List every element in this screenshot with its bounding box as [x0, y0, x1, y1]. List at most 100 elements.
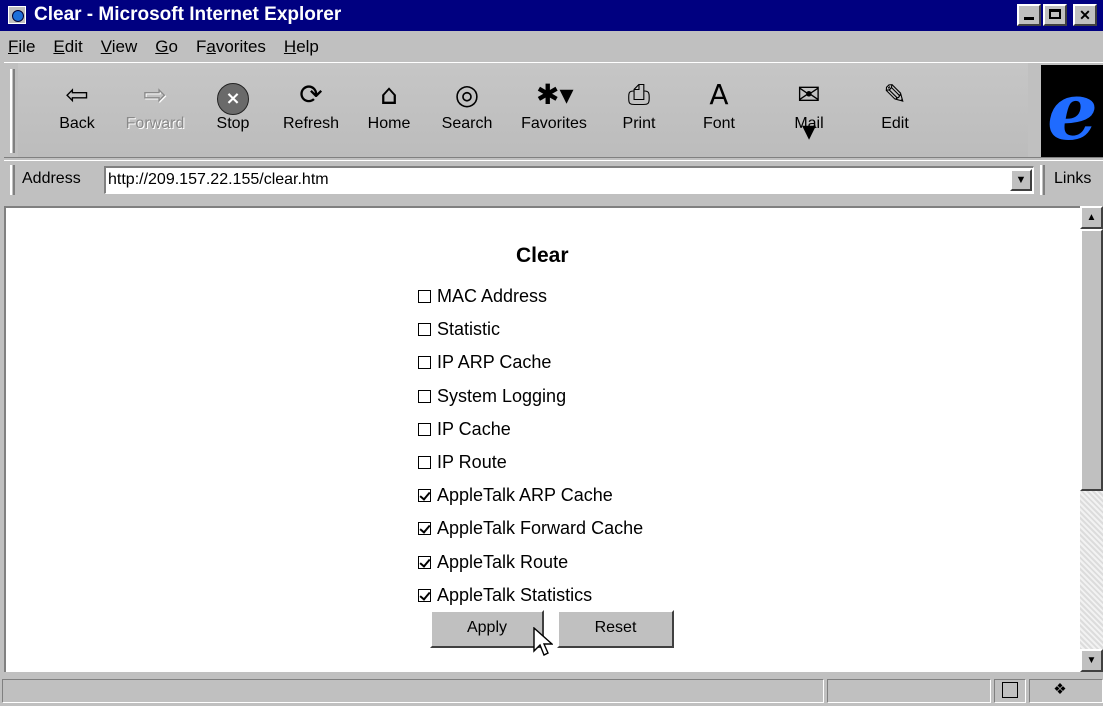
option-label: IP ARP Cache [437, 352, 552, 373]
ie-window-icon[interactable] [8, 6, 26, 24]
option-checkbox[interactable] [418, 356, 431, 370]
printer-icon: ⎙ [627, 78, 651, 111]
option-row[interactable]: Statistic [418, 313, 643, 346]
option-label: IP Route [437, 452, 507, 473]
option-label: IP Cache [437, 418, 511, 439]
option-checkbox[interactable] [418, 522, 431, 536]
option-checkbox[interactable] [418, 323, 431, 337]
home-button[interactable]: ⌂ Home [354, 73, 424, 151]
option-checkbox[interactable] [418, 389, 431, 403]
option-checkbox[interactable] [418, 588, 431, 602]
menu-bar: File Edit View Go Favorites Help [0, 34, 1103, 60]
back-arrow-icon: ⇦ [65, 78, 89, 111]
close-icon: ✕ [1079, 7, 1091, 23]
favorites-folder-icon: ✱▾ [536, 78, 574, 111]
chevron-down-icon: ▼ [1086, 655, 1097, 666]
links-button[interactable]: Links [1054, 170, 1091, 188]
option-checkbox[interactable] [418, 456, 431, 470]
links-grip[interactable] [1040, 165, 1045, 195]
reset-button[interactable]: Reset [557, 610, 674, 648]
forward-button[interactable]: ⇨ Forward [120, 73, 190, 151]
mail-button[interactable]: ✉▾ Mail [774, 73, 844, 151]
menu-view[interactable]: View [99, 37, 140, 57]
address-bar-grip[interactable] [10, 165, 15, 195]
option-label: AppleTalk Statistics [437, 584, 593, 605]
option-row[interactable]: IP Route [418, 446, 643, 479]
maximize-icon [1049, 9, 1061, 19]
menu-go[interactable]: Go [153, 37, 180, 57]
page-content: Clear MAC Address Statistic IP ARP Cache Sy… [4, 206, 1082, 672]
status-progress-panel [827, 679, 991, 703]
option-row[interactable]: AppleTalk ARP Cache [418, 479, 643, 512]
option-label: Statistic [437, 319, 501, 340]
address-dropdown-button[interactable]: ▼ [1010, 169, 1032, 191]
address-input[interactable]: http://209.157.22.155/clear.htm ▼ [104, 166, 1034, 194]
chevron-up-icon: ▲ [1086, 212, 1097, 223]
close-button[interactable]: ✕ [1073, 4, 1097, 26]
edit-page-icon: ✎ [883, 78, 907, 111]
option-row[interactable]: MAC Address [418, 280, 643, 313]
clear-options-list: MAC Address Statistic IP ARP Cache System L… [418, 280, 643, 612]
toolbar-grip[interactable] [10, 69, 15, 153]
refresh-button[interactable]: ⟳ Refresh [276, 73, 346, 151]
option-checkbox[interactable] [418, 555, 431, 569]
forward-arrow-icon: ⇨ [143, 78, 167, 111]
option-checkbox[interactable] [418, 489, 431, 503]
refresh-icon: ⟳ [299, 78, 323, 111]
favorites-button[interactable]: ✱▾ Favorites [514, 73, 594, 151]
search-icon: ◎ [454, 78, 480, 111]
option-label: System Logging [437, 385, 567, 406]
standard-toolbar: ⇦ Back ⇨ Forward × Stop ⟳ Refresh ⌂ Home… [4, 62, 1103, 158]
stop-button[interactable]: × Stop [198, 73, 268, 151]
font-icon: A [709, 78, 729, 111]
option-row[interactable]: IP ARP Cache [418, 346, 643, 379]
ie-throbber-logo[interactable]: e [1041, 65, 1103, 157]
stop-icon: × [215, 77, 251, 115]
menu-edit[interactable]: Edit [51, 37, 84, 57]
minimize-icon [1024, 17, 1034, 20]
option-label: AppleTalk Route [437, 551, 569, 572]
back-button[interactable]: ⇦ Back [42, 73, 112, 151]
window-title: Clear - Microsoft Internet Explorer [34, 4, 342, 25]
mouse-pointer-icon [533, 627, 553, 656]
scroll-up-button[interactable]: ▲ [1080, 206, 1103, 229]
vertical-scrollbar[interactable]: ▲ ▼ [1080, 206, 1103, 672]
internet-zone-icon: ❖ [1053, 681, 1067, 698]
option-label: AppleTalk Forward Cache [437, 518, 644, 539]
address-label: Address [22, 170, 81, 187]
option-checkbox[interactable] [418, 290, 431, 304]
font-button[interactable]: A Font [684, 73, 754, 151]
browser-window: Clear - Microsoft Internet Explorer ✕ Fi… [0, 0, 1103, 706]
option-row[interactable]: IP Cache [418, 413, 643, 446]
print-button[interactable]: ⎙ Print [604, 73, 674, 151]
option-row[interactable]: System Logging [418, 380, 643, 413]
option-label: MAC Address [437, 286, 548, 307]
option-checkbox[interactable] [418, 422, 431, 436]
mail-icon: ✉▾ [797, 78, 821, 147]
minimize-button[interactable] [1017, 4, 1041, 26]
page-title: Clear [516, 244, 569, 267]
window-controls: ✕ [1017, 4, 1097, 26]
scroll-thumb[interactable] [1080, 229, 1103, 491]
option-row[interactable]: AppleTalk Route [418, 546, 643, 579]
ie-logo-icon: e [1047, 64, 1098, 158]
menu-file[interactable]: File [6, 37, 37, 57]
home-icon: ⌂ [380, 78, 398, 111]
menu-help[interactable]: Help [282, 37, 321, 57]
status-bar: ❖ [0, 676, 1103, 706]
option-label: AppleTalk ARP Cache [437, 485, 613, 506]
scroll-down-button[interactable]: ▼ [1080, 649, 1103, 672]
status-text-panel [2, 679, 824, 703]
menu-favorites[interactable]: Favorites [194, 37, 268, 57]
search-button[interactable]: ◎ Search [432, 73, 502, 151]
apply-button[interactable]: Apply [430, 610, 544, 648]
maximize-button[interactable] [1043, 4, 1067, 26]
option-row[interactable]: AppleTalk Forward Cache [418, 512, 643, 545]
chevron-down-icon: ▼ [1015, 174, 1027, 186]
page-icon [1002, 682, 1018, 698]
address-bar: Address http://209.157.22.155/clear.htm … [4, 160, 1103, 198]
title-bar[interactable]: Clear - Microsoft Internet Explorer ✕ [0, 0, 1103, 31]
option-row[interactable]: AppleTalk Statistics [418, 579, 643, 612]
edit-button[interactable]: ✎ Edit [860, 73, 930, 151]
address-url: http://209.157.22.155/clear.htm [108, 171, 329, 188]
